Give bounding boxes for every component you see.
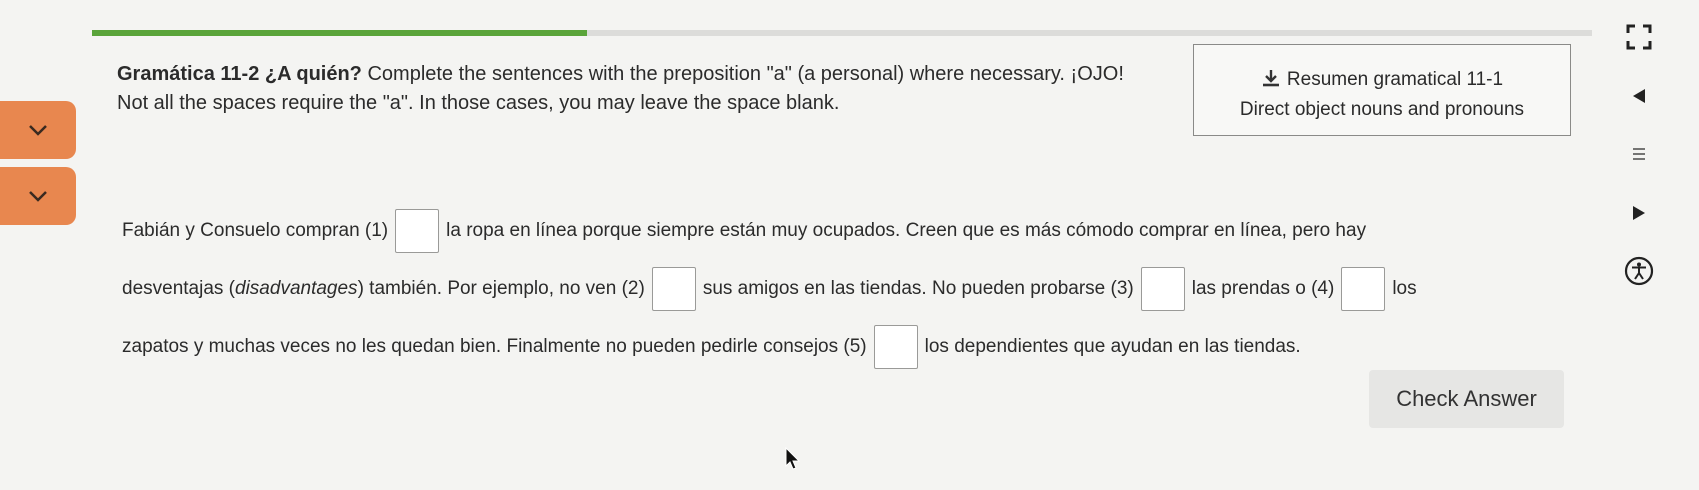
check-answer-button[interactable]: Check Answer: [1369, 370, 1564, 428]
passage-text: las prendas o (4): [1191, 278, 1335, 299]
fullscreen-icon: [1626, 24, 1652, 50]
progress-bar-fill: [92, 30, 587, 36]
passage: Fabián y Consuelo compran (1) la ropa en …: [122, 202, 1582, 376]
fullscreen-button[interactable]: [1622, 20, 1656, 54]
passage-text-italic: disadvantages: [235, 278, 358, 299]
passage-text: los: [1392, 278, 1417, 299]
passage-text: los dependientes que ayudan en las tiend…: [924, 336, 1301, 357]
menu-icon: [1633, 148, 1645, 160]
download-icon: [1262, 70, 1279, 87]
passage-text: zapatos y muchas veces no les quedan bie…: [122, 336, 867, 357]
menu-button[interactable]: [1622, 137, 1656, 171]
right-toolbar: [1600, 0, 1699, 490]
accessibility-button[interactable]: [1622, 254, 1656, 288]
grammar-reference-link[interactable]: Resumen gramatical 11-1 Direct object no…: [1193, 44, 1571, 136]
blank-input-5[interactable]: [873, 324, 918, 369]
reference-title: Resumen gramatical 11-1: [1286, 69, 1504, 90]
exercise-title: Gramática 11-2 ¿A quién?: [117, 63, 362, 85]
passage-text: Fabián y Consuelo compran (1): [122, 220, 389, 241]
side-tab-collapse-2[interactable]: [0, 167, 76, 225]
passage-text: sus amigos en las tiendas. No pueden pro…: [702, 278, 1134, 299]
previous-button[interactable]: [1622, 79, 1656, 113]
blank-input-4[interactable]: [1341, 266, 1386, 311]
progress-bar: [92, 30, 1592, 36]
reference-subtitle: Direct object nouns and pronouns: [1239, 99, 1525, 120]
passage-text: la ropa en línea porque siempre están mu…: [446, 220, 1367, 241]
accessibility-icon: [1624, 256, 1654, 286]
blank-input-3[interactable]: [1140, 266, 1185, 311]
blank-input-2[interactable]: [651, 266, 696, 311]
chevron-down-icon: [29, 125, 47, 136]
passage-text: desventajas (: [122, 278, 236, 299]
instructions-line1: Complete the sentences with the preposit…: [361, 63, 1124, 85]
triangle-left-icon: [1633, 89, 1645, 103]
chevron-down-icon: [29, 191, 47, 202]
instructions-line2: Not all the spaces require the "a". In t…: [117, 92, 840, 114]
side-tab-collapse-1[interactable]: [0, 101, 76, 159]
triangle-right-icon: [1633, 206, 1645, 220]
passage-text: ) también. Por ejemplo, no ven (2): [357, 278, 645, 299]
blank-input-1[interactable]: [395, 208, 440, 253]
mouse-cursor-icon: [785, 447, 801, 470]
instructions: Gramática 11-2 ¿A quién? Complete the se…: [117, 60, 1187, 118]
next-button[interactable]: [1622, 196, 1656, 230]
